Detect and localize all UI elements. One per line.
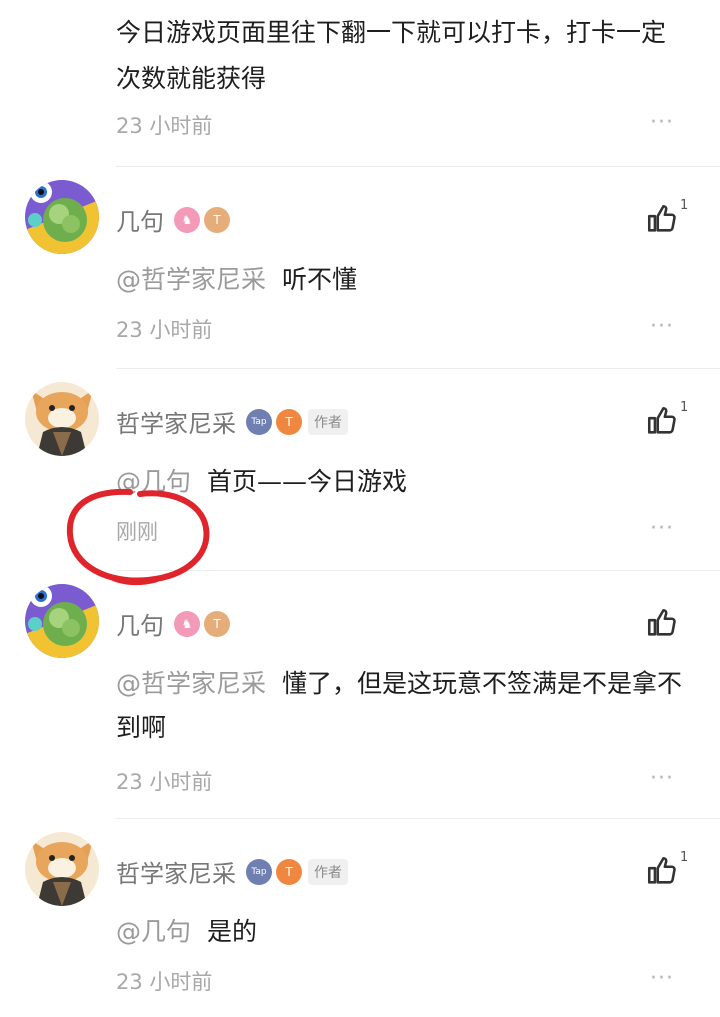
divider	[116, 368, 720, 369]
thumbs-up-icon	[647, 608, 676, 636]
tap-badge-icon: Tap	[246, 858, 272, 885]
divider	[116, 166, 720, 167]
like-button[interactable]: 1	[645, 198, 689, 242]
thumbs-up-icon	[647, 204, 676, 232]
more-options-icon[interactable]: ···	[650, 516, 674, 541]
username-text: 哲学家尼采	[116, 410, 236, 438]
mention[interactable]: @几句	[116, 467, 191, 496]
like-button[interactable]: 1	[645, 400, 689, 444]
like-button[interactable]	[645, 606, 689, 646]
orange-level-icon: T	[276, 408, 302, 435]
divider	[116, 818, 720, 819]
like-count: 1	[680, 400, 689, 415]
mention[interactable]: @哲学家尼采	[116, 265, 266, 294]
pink-medal-icon: ♞	[174, 206, 200, 233]
username[interactable]: 哲学家尼采 Tap T 作者	[116, 404, 348, 439]
more-options-icon[interactable]: ···	[650, 110, 674, 135]
reply-item: 几句 ♞ T 1 @哲学家尼采 听不懂 23 小时前 ···	[0, 180, 720, 370]
reply-time: 23 小时前	[116, 318, 213, 342]
username[interactable]: 哲学家尼采 Tap T 作者	[116, 854, 348, 889]
more-options-icon[interactable]: ···	[650, 766, 674, 791]
mention[interactable]: @几句	[116, 917, 191, 946]
tap-badge-icon: Tap	[246, 408, 272, 435]
comment-thread: 今日游戏页面里往下翻一下就可以打卡，打卡一定次数就能获得 23 小时前 ··· …	[0, 0, 720, 1017]
orange-level-icon: T	[276, 858, 302, 885]
badges: ♞ T	[174, 610, 230, 637]
avatar[interactable]	[25, 180, 99, 254]
pink-medal-icon: ♞	[174, 610, 200, 637]
reply-text: @几句 是的	[116, 910, 696, 954]
reply-time: 23 小时前	[116, 770, 213, 794]
badges: ♞ T	[174, 206, 230, 233]
thumbs-up-icon	[647, 406, 676, 434]
reply-item: 几句 ♞ T @哲学家尼采 懂了，但是这玩意不签满是不是拿不到啊 23 小时前 ·…	[0, 584, 720, 820]
author-tag: 作者	[308, 858, 348, 885]
username-text: 几句	[116, 208, 164, 236]
reply-item: 哲学家尼采 Tap T 作者 1 @几句 是的 23 小时前 ···	[0, 832, 720, 1017]
reply-item: 哲学家尼采 Tap T 作者 1 @几句 首页——今日游戏 刚刚 ···	[0, 382, 720, 572]
username-text: 哲学家尼采	[116, 860, 236, 888]
reply-text: @几句 首页——今日游戏	[116, 460, 696, 504]
author-tag: 作者	[308, 408, 348, 435]
username[interactable]: 几句 ♞ T	[116, 606, 230, 641]
reply-content: 是的	[207, 917, 258, 946]
tan-level-icon: T	[204, 610, 230, 637]
divider	[116, 570, 720, 571]
more-options-icon[interactable]: ···	[650, 966, 674, 991]
reply-content: 首页——今日游戏	[207, 467, 408, 496]
reply-text: @哲学家尼采 懂了，但是这玩意不签满是不是拿不到啊	[116, 662, 696, 750]
thumbs-up-icon	[647, 856, 676, 884]
mention[interactable]: @哲学家尼采	[116, 669, 266, 698]
username-text: 几句	[116, 612, 164, 640]
more-options-icon[interactable]: ···	[650, 314, 674, 339]
reply-content: 听不懂	[282, 265, 358, 294]
avatar[interactable]	[25, 584, 99, 658]
reply-time: 23 小时前	[116, 970, 213, 994]
avatar[interactable]	[25, 832, 99, 906]
badges: Tap T	[246, 408, 302, 435]
like-count: 1	[680, 198, 689, 213]
badges: Tap T	[246, 858, 302, 885]
reply-time: 刚刚	[116, 520, 158, 544]
like-count: 1	[680, 850, 689, 865]
reply-text: @哲学家尼采 听不懂	[116, 258, 696, 302]
avatar[interactable]	[25, 382, 99, 456]
like-button[interactable]: 1	[645, 850, 689, 894]
parent-comment-time: 23 小时前	[116, 114, 213, 138]
parent-comment-text: 今日游戏页面里往下翻一下就可以打卡，打卡一定次数就能获得	[116, 18, 667, 93]
tan-level-icon: T	[204, 206, 230, 233]
username[interactable]: 几句 ♞ T	[116, 202, 230, 237]
